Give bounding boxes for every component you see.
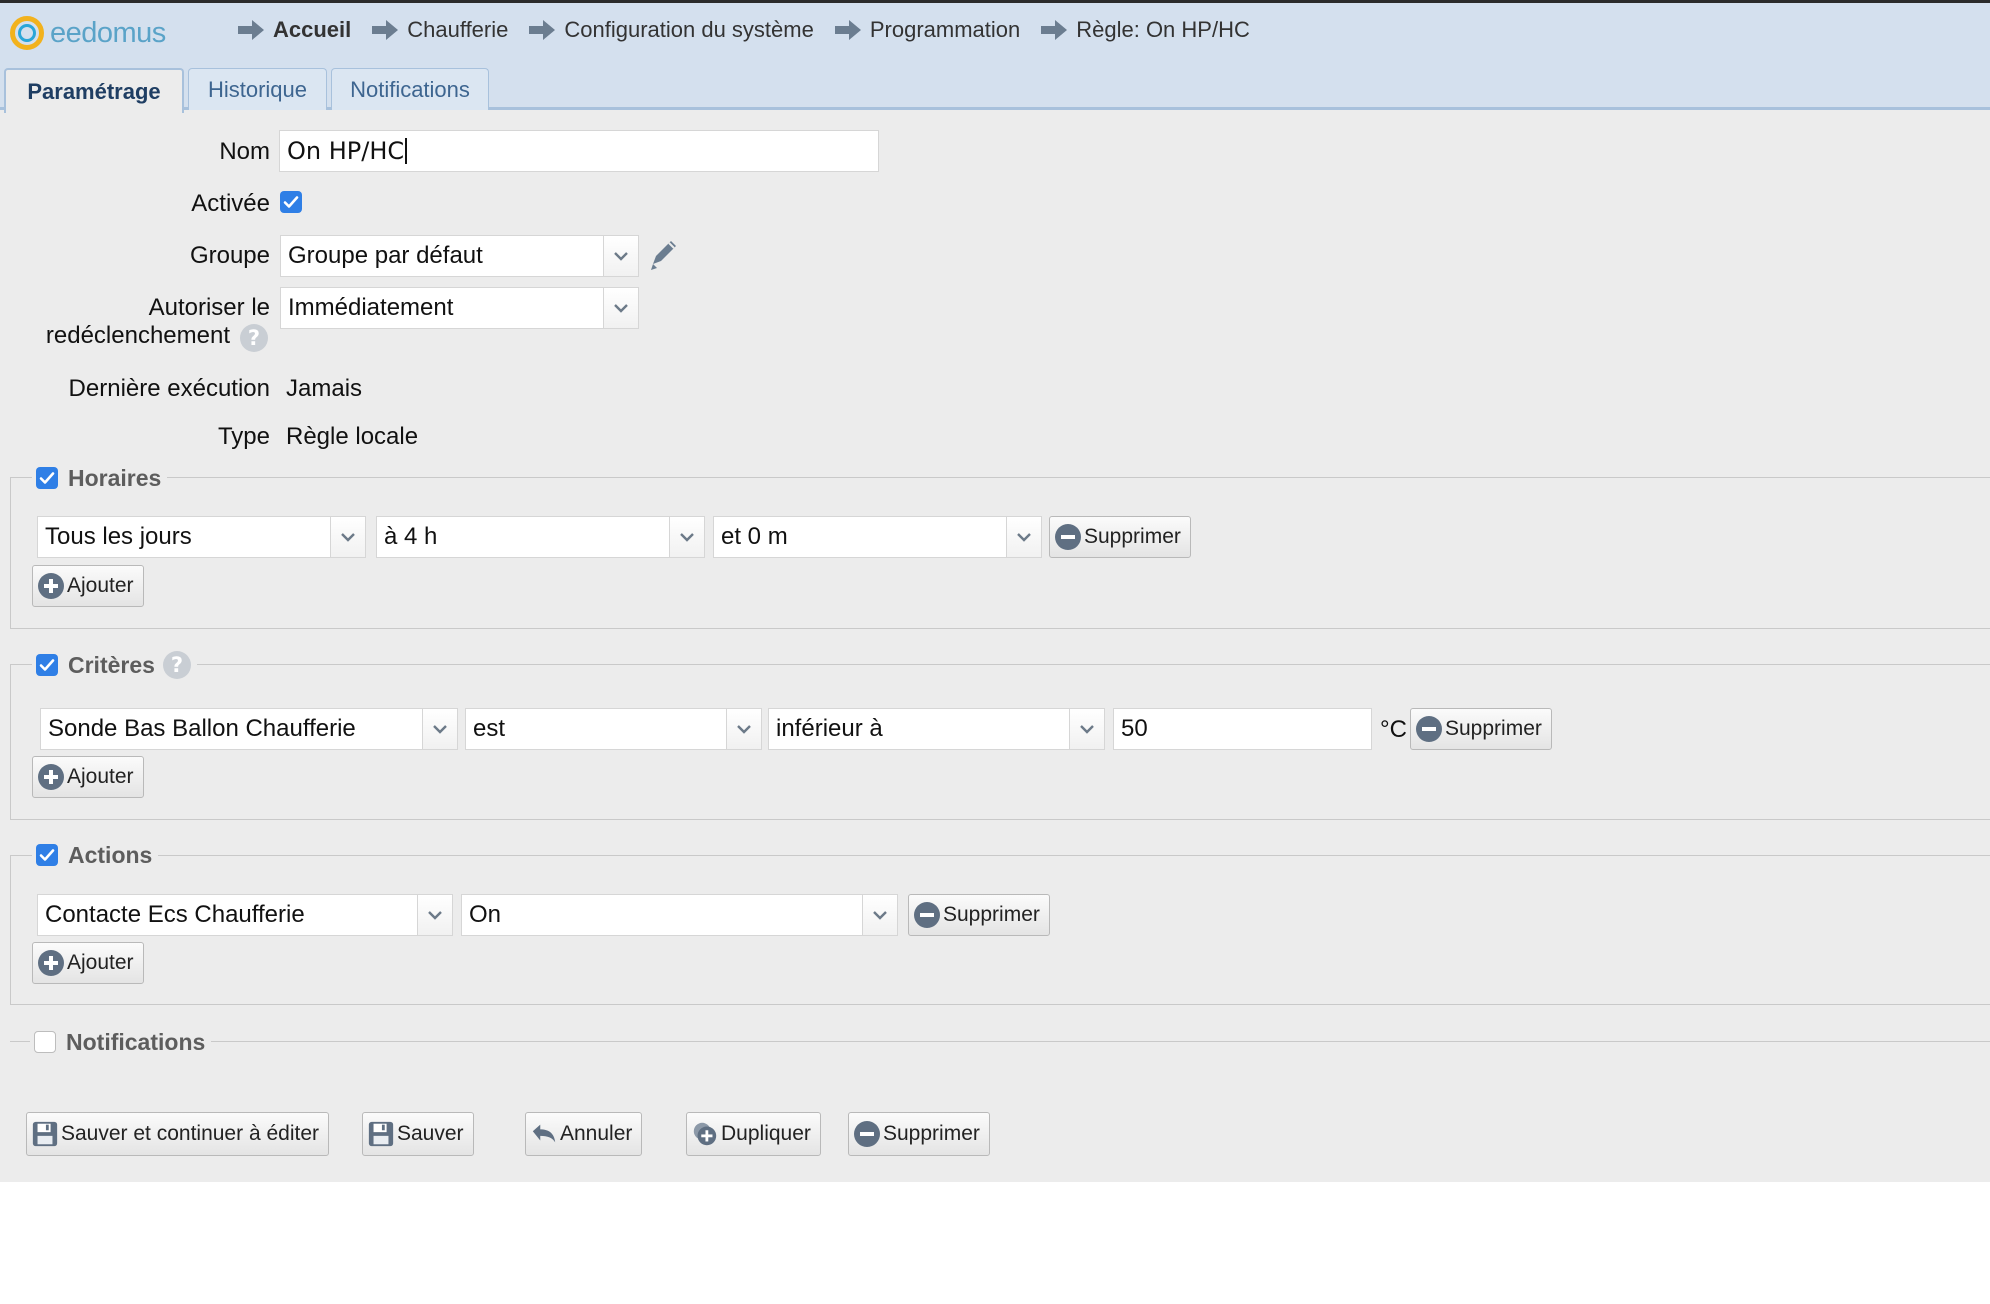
actions-delete-button[interactable]: Supprimer xyxy=(908,894,1050,936)
groupe-select[interactable]: Groupe par défaut xyxy=(280,235,639,277)
chevron-down-icon xyxy=(603,236,638,276)
check-icon xyxy=(283,196,299,208)
breadcrumb-item-programmation[interactable]: Programmation xyxy=(834,17,1020,43)
chevron-down-icon xyxy=(669,517,704,557)
duplicate-button[interactable]: Dupliquer xyxy=(686,1112,821,1156)
notifications-title: Notifications xyxy=(66,1028,206,1055)
horaires-heure-select[interactable]: à 4 h xyxy=(376,516,705,558)
app-window: eedomus Accueil Chaufferie Configuration… xyxy=(0,0,1990,1182)
horaires-add-button[interactable]: Ajouter xyxy=(32,565,144,607)
minus-circle-icon xyxy=(854,1121,880,1147)
help-icon[interactable]: ? xyxy=(240,324,268,352)
criteres-legend: Critères ? xyxy=(32,650,197,680)
actions-title: Actions xyxy=(68,841,153,868)
plus-circle-icon xyxy=(38,573,64,599)
undo-icon xyxy=(530,1120,558,1148)
logo[interactable]: eedomus xyxy=(10,11,166,55)
actions-checkbox[interactable] xyxy=(36,844,58,866)
type-value: Règle locale xyxy=(286,423,419,450)
criteres-comparator-select[interactable]: inférieur à xyxy=(768,708,1105,750)
minus-circle-icon xyxy=(914,902,940,928)
tab-notifications[interactable]: Notifications xyxy=(331,68,489,110)
redeclenchement-label-line1: Autoriser le xyxy=(148,294,270,321)
minus-circle-icon xyxy=(1055,524,1081,550)
tab-bar: Paramétrage Historique Notifications xyxy=(0,62,1990,113)
criteres-unit: °C xyxy=(1380,716,1407,743)
duplicate-icon xyxy=(691,1120,719,1148)
derniere-execution-value: Jamais xyxy=(286,375,363,402)
top-bar: eedomus Accueil Chaufferie Configuration… xyxy=(0,0,1990,62)
type-label: Type xyxy=(217,423,270,450)
minus-circle-icon xyxy=(1416,716,1442,742)
notifications-legend: Notifications xyxy=(30,1027,212,1057)
derniere-execution-label: Dernière exécution xyxy=(68,375,270,402)
redeclenchement-label-line2: redéclenchement xyxy=(45,322,230,349)
nom-input[interactable]: On HP/HC xyxy=(279,130,879,172)
notifications-checkbox[interactable] xyxy=(34,1031,56,1053)
horaires-jour-select[interactable]: Tous les jours xyxy=(37,516,366,558)
horaires-title: Horaires xyxy=(68,464,162,491)
actions-value-select[interactable]: On xyxy=(461,894,898,936)
chevron-down-icon xyxy=(417,895,452,935)
horaires-checkbox[interactable] xyxy=(36,467,58,489)
save-and-continue-button[interactable]: Sauver et continuer à éditer xyxy=(26,1112,329,1156)
check-icon xyxy=(39,472,55,484)
criteres-delete-button[interactable]: Supprimer xyxy=(1410,708,1552,750)
actions-legend: Actions xyxy=(32,841,159,869)
actions-device-select[interactable]: Contacte Ecs Chaufferie xyxy=(37,894,453,936)
horaires-minute-select[interactable]: et 0 m xyxy=(713,516,1042,558)
horaires-legend: Horaires xyxy=(32,464,168,492)
arrow-right-icon xyxy=(834,20,861,40)
breadcrumb-item-configuration[interactable]: Configuration du système xyxy=(528,17,814,43)
logo-text: eedomus xyxy=(50,16,166,49)
plus-circle-icon xyxy=(38,950,64,976)
logo-icon xyxy=(10,16,44,50)
save-button[interactable]: Sauver xyxy=(362,1112,474,1156)
check-icon xyxy=(39,659,55,671)
arrow-right-icon xyxy=(372,20,399,40)
nom-input-value: On HP/HC xyxy=(287,137,405,165)
criteres-verb-select[interactable]: est xyxy=(465,708,762,750)
breadcrumb-item-chaufferie[interactable]: Chaufferie xyxy=(371,17,508,43)
edit-pencil-icon[interactable] xyxy=(646,238,682,274)
notifications-divider xyxy=(10,1041,1990,1042)
help-icon[interactable]: ? xyxy=(162,651,191,679)
chevron-down-icon xyxy=(726,709,761,749)
horaires-delete-button[interactable]: Supprimer xyxy=(1049,516,1191,558)
plus-circle-icon xyxy=(38,764,64,790)
criteres-title: Critères xyxy=(68,651,155,678)
criteres-value-input[interactable]: 50 xyxy=(1113,708,1372,750)
arrow-right-icon xyxy=(529,20,556,40)
activee-label: Activée xyxy=(191,190,270,217)
text-caret xyxy=(405,138,408,164)
chevron-down-icon xyxy=(1006,517,1041,557)
criteres-checkbox[interactable] xyxy=(36,654,58,676)
cancel-button[interactable]: Annuler xyxy=(525,1112,643,1156)
activee-checkbox[interactable] xyxy=(280,191,302,213)
delete-button[interactable]: Supprimer xyxy=(848,1112,990,1156)
criteres-device-select[interactable]: Sonde Bas Ballon Chaufferie xyxy=(40,708,458,750)
chevron-down-icon xyxy=(330,517,365,557)
save-icon xyxy=(31,1120,59,1148)
breadcrumb-item-regle[interactable]: Règle: On HP/HC xyxy=(1040,17,1250,43)
tab-historique[interactable]: Historique xyxy=(188,68,327,110)
criteres-add-button[interactable]: Ajouter xyxy=(32,756,144,798)
breadcrumb-item-accueil[interactable]: Accueil xyxy=(237,17,351,43)
tab-parametrage[interactable]: Paramétrage xyxy=(4,68,184,113)
redeclenchement-select[interactable]: Immédiatement xyxy=(280,287,639,329)
nom-label: Nom xyxy=(219,138,270,165)
arrow-right-icon xyxy=(1041,20,1068,40)
chevron-down-icon xyxy=(862,895,897,935)
check-icon xyxy=(39,849,55,861)
chevron-down-icon xyxy=(1069,709,1104,749)
arrow-right-icon xyxy=(238,20,264,40)
chevron-down-icon xyxy=(422,709,457,749)
save-icon xyxy=(367,1120,395,1148)
actions-add-button[interactable]: Ajouter xyxy=(32,942,144,984)
groupe-label: Groupe xyxy=(189,242,270,269)
breadcrumb: Accueil Chaufferie Configuration du syst… xyxy=(237,17,1270,43)
chevron-down-icon xyxy=(603,288,638,328)
